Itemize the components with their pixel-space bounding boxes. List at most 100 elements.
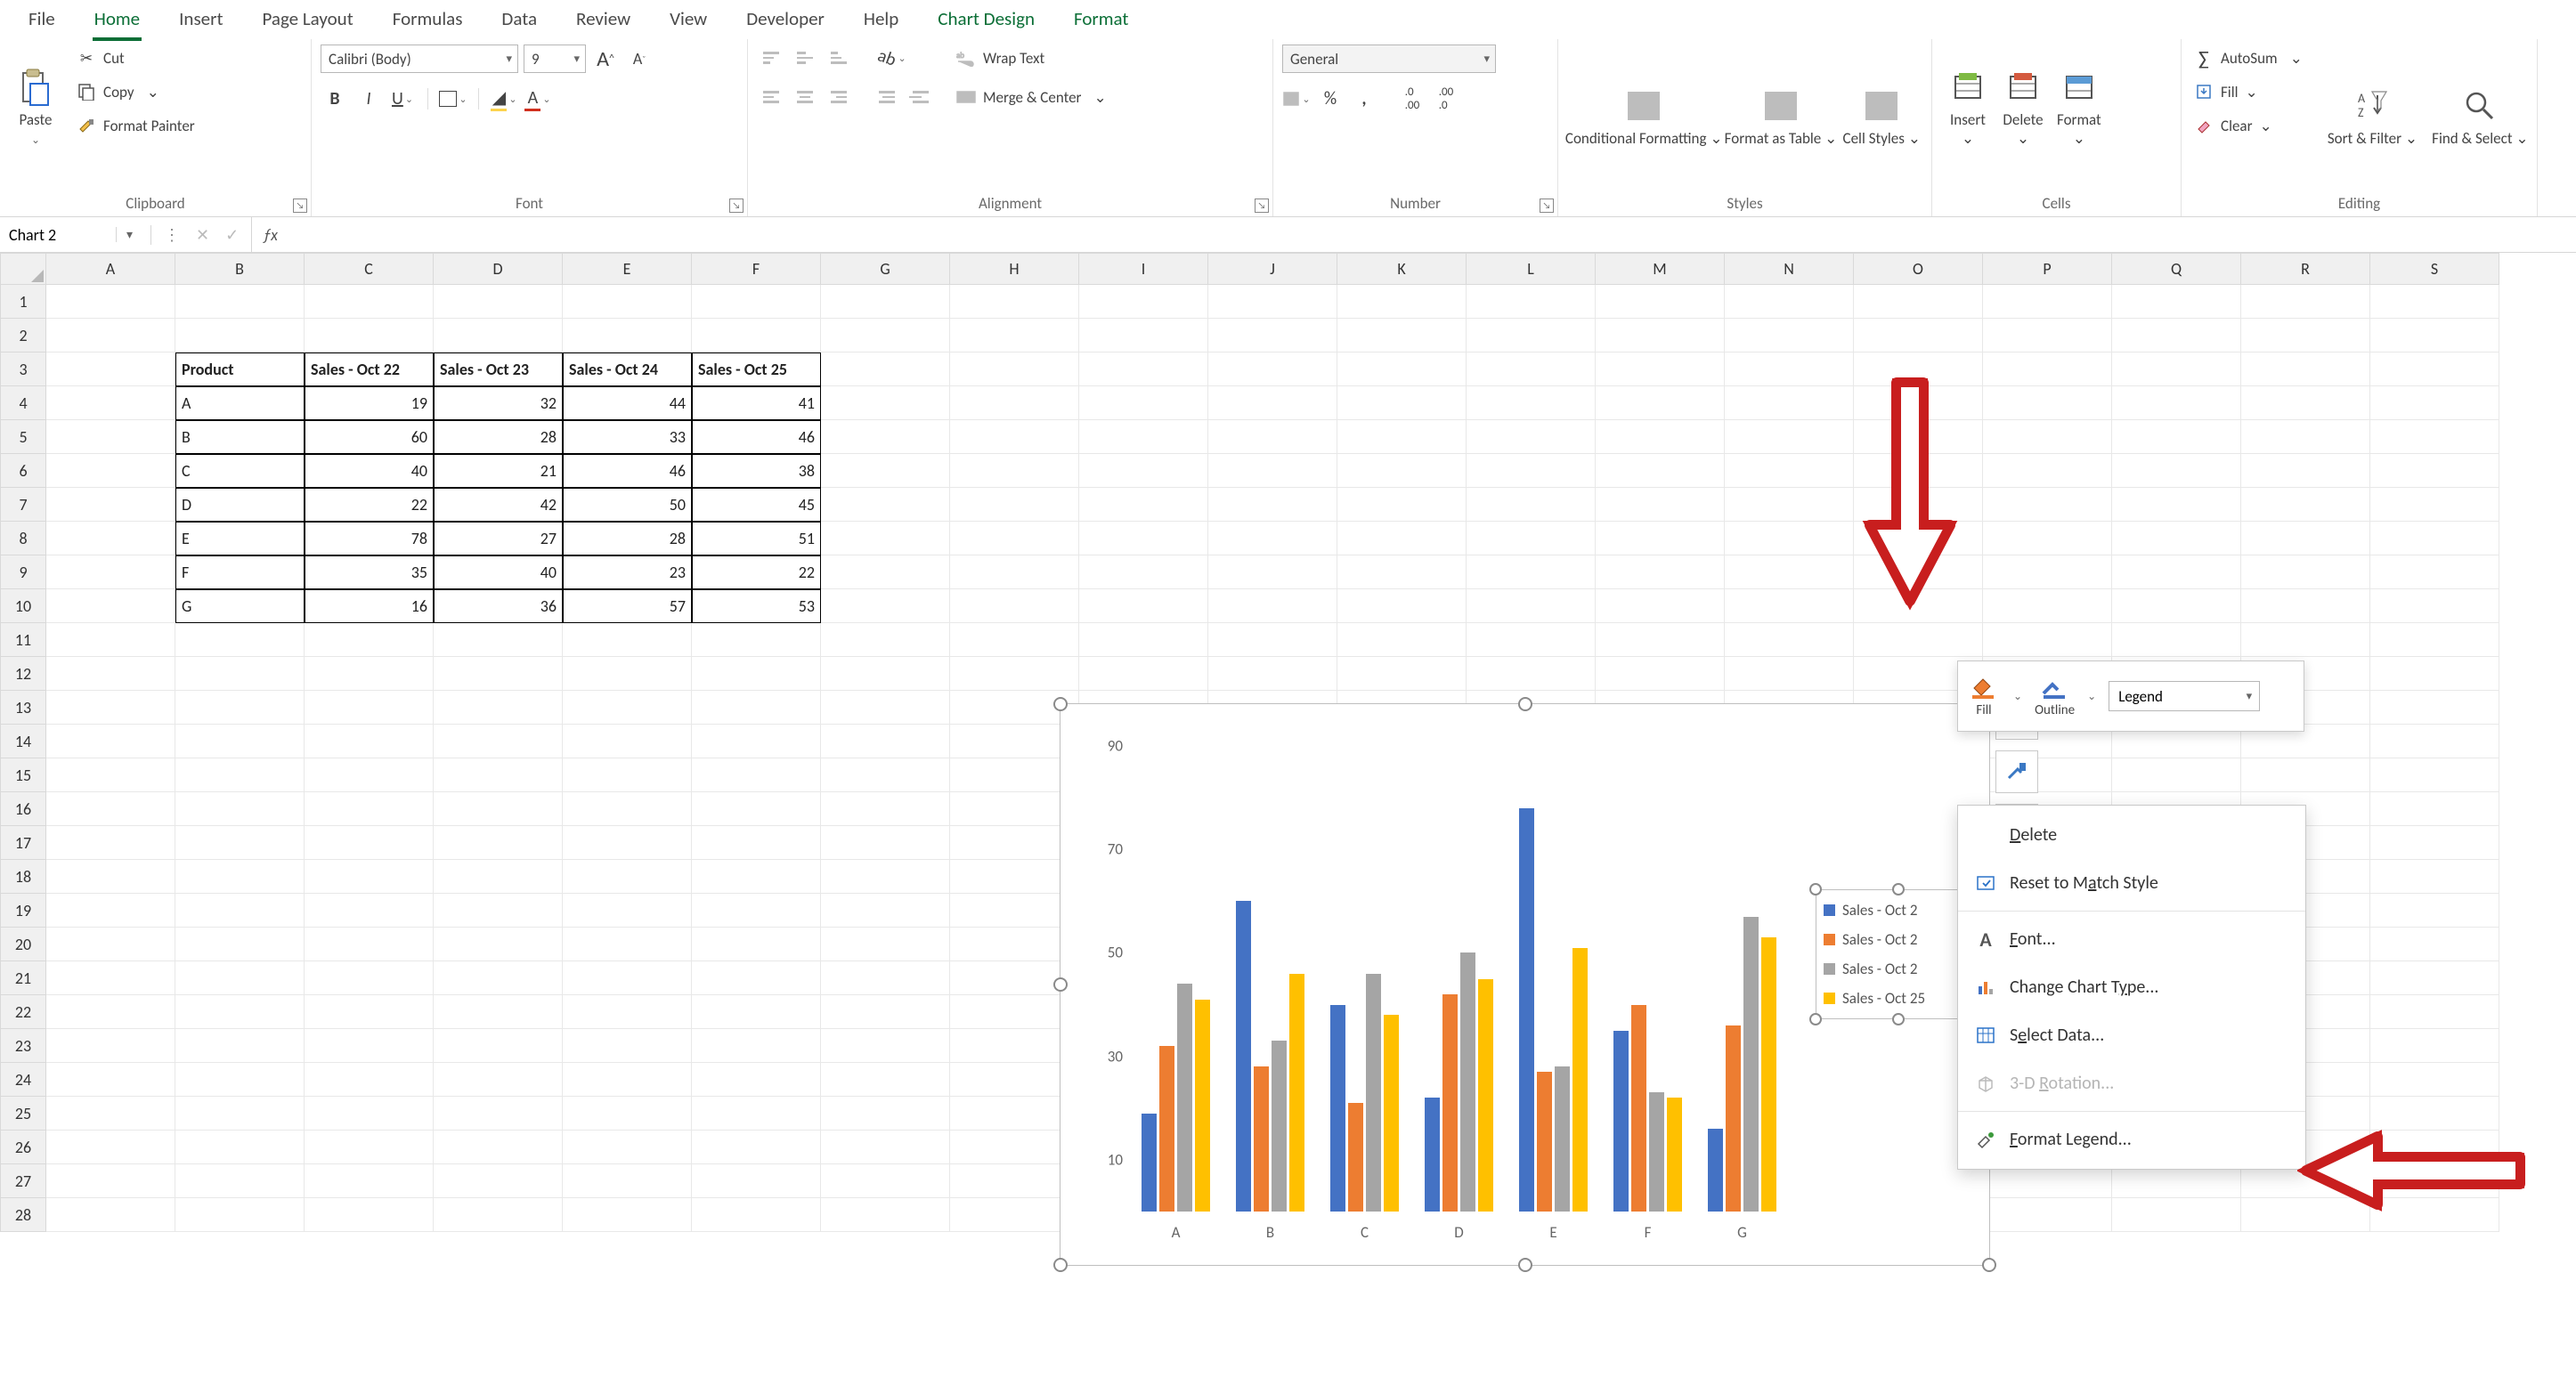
- cell[interactable]: [1079, 589, 1208, 623]
- column-header[interactable]: Q: [2112, 253, 2241, 285]
- cell[interactable]: [1725, 386, 1854, 420]
- column-header[interactable]: C: [305, 253, 434, 285]
- cell[interactable]: [821, 1097, 950, 1131]
- cell[interactable]: [692, 1029, 821, 1063]
- cell[interactable]: 57: [563, 589, 692, 623]
- bold-button[interactable]: B: [321, 85, 349, 112]
- cell[interactable]: 53: [692, 589, 821, 623]
- row-header[interactable]: 18: [0, 860, 46, 894]
- cell[interactable]: [305, 285, 434, 319]
- chart-bar[interactable]: [1142, 1114, 1157, 1212]
- cell[interactable]: [1983, 1198, 2112, 1232]
- column-header[interactable]: B: [175, 253, 305, 285]
- cell[interactable]: [2370, 319, 2499, 353]
- cell[interactable]: [821, 928, 950, 961]
- row-header[interactable]: 23: [0, 1029, 46, 1063]
- cm-delete[interactable]: Delete: [1958, 811, 2305, 859]
- cell[interactable]: [1983, 488, 2112, 522]
- cell[interactable]: [563, 792, 692, 826]
- cell[interactable]: [434, 1198, 563, 1232]
- cell[interactable]: [46, 589, 175, 623]
- column-header[interactable]: D: [434, 253, 563, 285]
- cell[interactable]: [434, 1097, 563, 1131]
- cell[interactable]: [950, 454, 1079, 488]
- cell[interactable]: [2370, 1063, 2499, 1097]
- cell[interactable]: [2112, 589, 2241, 623]
- cancel-formula-icon[interactable]: ✕: [196, 225, 209, 245]
- chart-styles-button[interactable]: [1995, 750, 2038, 793]
- name-box[interactable]: ▾: [0, 225, 151, 245]
- cell[interactable]: [2112, 285, 2241, 319]
- cell[interactable]: [46, 826, 175, 860]
- cell[interactable]: [2370, 1131, 2499, 1164]
- cell[interactable]: [2370, 285, 2499, 319]
- cell[interactable]: [175, 1198, 305, 1232]
- cell[interactable]: [46, 860, 175, 894]
- cell[interactable]: [2370, 691, 2499, 725]
- cell[interactable]: [2370, 860, 2499, 894]
- chart-legend[interactable]: Sales - Oct 2Sales - Oct 2Sales - Oct 2S…: [1816, 889, 1980, 1019]
- cell[interactable]: [563, 1164, 692, 1198]
- cell[interactable]: [1208, 454, 1337, 488]
- cell[interactable]: [1337, 589, 1467, 623]
- cell[interactable]: [563, 826, 692, 860]
- row-header[interactable]: 25: [0, 1097, 46, 1131]
- copy-button[interactable]: Copy⌄: [73, 78, 199, 105]
- clipboard-dialog-launcher[interactable]: ↘: [293, 199, 307, 213]
- cell[interactable]: [1079, 285, 1208, 319]
- cell[interactable]: [1079, 386, 1208, 420]
- legend-item[interactable]: Sales - Oct 2: [1822, 925, 1974, 954]
- cell[interactable]: [692, 691, 821, 725]
- cell[interactable]: [46, 725, 175, 758]
- cell[interactable]: [1725, 522, 1854, 555]
- cm-format-legend[interactable]: Format Legend...: [1958, 1115, 2305, 1163]
- row-header[interactable]: 16: [0, 792, 46, 826]
- cell[interactable]: [1983, 555, 2112, 589]
- cell[interactable]: [1854, 589, 1983, 623]
- cell[interactable]: [692, 319, 821, 353]
- cell[interactable]: [821, 1063, 950, 1097]
- cell[interactable]: 42: [434, 488, 563, 522]
- cell[interactable]: B: [175, 420, 305, 454]
- row-header[interactable]: 8: [0, 522, 46, 555]
- cell[interactable]: [2241, 420, 2370, 454]
- cell[interactable]: [821, 1198, 950, 1232]
- cell[interactable]: [1467, 555, 1596, 589]
- cell[interactable]: [2241, 285, 2370, 319]
- cell[interactable]: [1596, 386, 1725, 420]
- column-header[interactable]: M: [1596, 253, 1725, 285]
- cell[interactable]: [2370, 657, 2499, 691]
- cell[interactable]: [46, 995, 175, 1029]
- cell[interactable]: [1208, 420, 1337, 454]
- border-button[interactable]: ⌄: [439, 85, 467, 112]
- cell[interactable]: [1467, 589, 1596, 623]
- cell[interactable]: [46, 928, 175, 961]
- cell[interactable]: [1337, 386, 1467, 420]
- cell[interactable]: [2241, 555, 2370, 589]
- cell[interactable]: [175, 319, 305, 353]
- cell[interactable]: Sales - Oct 24: [563, 353, 692, 386]
- chart-object[interactable]: 1030507090 ABCDEFG Sales - Oct 2Sales - …: [1060, 703, 1990, 1266]
- mini-fill-button[interactable]: Fill: [1967, 674, 2001, 718]
- cell[interactable]: 28: [563, 522, 692, 555]
- cell[interactable]: [175, 285, 305, 319]
- decrease-font-button[interactable]: Aˇ: [625, 45, 654, 72]
- cell[interactable]: [305, 961, 434, 995]
- cell[interactable]: 40: [305, 454, 434, 488]
- cell[interactable]: 23: [563, 555, 692, 589]
- format-painter-button[interactable]: Format Painter: [73, 112, 199, 139]
- chart-bar[interactable]: [1442, 994, 1458, 1212]
- cell[interactable]: [46, 386, 175, 420]
- cell[interactable]: [1467, 285, 1596, 319]
- cm-change-chart-type[interactable]: Change Chart Type...: [1958, 963, 2305, 1011]
- find-select-button[interactable]: Find & Select ⌄: [2426, 45, 2533, 151]
- column-header[interactable]: R: [2241, 253, 2370, 285]
- cell[interactable]: [434, 961, 563, 995]
- cell[interactable]: [305, 1198, 434, 1232]
- name-box-input[interactable]: [0, 225, 116, 245]
- column-header[interactable]: O: [1854, 253, 1983, 285]
- cell[interactable]: [1208, 657, 1337, 691]
- cell[interactable]: [46, 894, 175, 928]
- cell[interactable]: [305, 1029, 434, 1063]
- cell[interactable]: [2241, 488, 2370, 522]
